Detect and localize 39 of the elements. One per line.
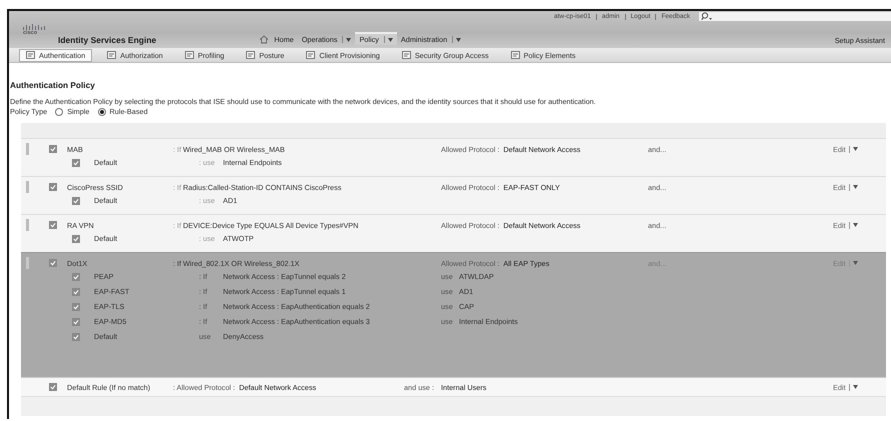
checkbox[interactable] bbox=[49, 221, 57, 229]
checkbox[interactable] bbox=[72, 318, 80, 326]
caret-icon[interactable] bbox=[852, 385, 858, 389]
caret-icon bbox=[388, 38, 393, 42]
checkbox[interactable] bbox=[72, 288, 80, 296]
document-icon bbox=[184, 51, 194, 59]
document-icon bbox=[306, 51, 316, 59]
checkbox[interactable] bbox=[72, 234, 80, 242]
document-icon bbox=[510, 51, 520, 59]
document-icon bbox=[26, 51, 35, 59]
drag-handle[interactable] bbox=[26, 219, 29, 231]
app-title: Identity Services Engine bbox=[58, 35, 156, 45]
checkbox[interactable] bbox=[72, 158, 80, 166]
document-icon bbox=[402, 51, 411, 59]
caret-icon bbox=[456, 38, 462, 42]
checkbox[interactable] bbox=[49, 259, 57, 267]
checkbox[interactable] bbox=[72, 272, 80, 280]
drag-handle[interactable] bbox=[26, 181, 29, 193]
bars-logo-icon bbox=[23, 24, 45, 30]
page-title: Authentication Policy bbox=[10, 79, 96, 91]
document-icon bbox=[246, 51, 256, 59]
home-icon bbox=[259, 35, 270, 44]
checkbox[interactable] bbox=[72, 196, 80, 204]
search-field[interactable] bbox=[699, 12, 891, 21]
checkbox[interactable] bbox=[72, 302, 80, 310]
radio-button[interactable] bbox=[98, 108, 106, 116]
caret-icon[interactable] bbox=[852, 185, 858, 189]
radio-button[interactable] bbox=[55, 108, 64, 116]
checkbox[interactable] bbox=[72, 332, 80, 340]
caret-icon[interactable] bbox=[852, 223, 858, 227]
caret-icon bbox=[346, 38, 352, 42]
document-icon bbox=[107, 51, 116, 59]
drag-handle[interactable] bbox=[26, 143, 29, 155]
checkbox[interactable] bbox=[49, 145, 57, 153]
caret-icon[interactable] bbox=[852, 261, 858, 265]
search-icon bbox=[701, 12, 713, 21]
checkbox[interactable] bbox=[49, 383, 57, 391]
caret-icon[interactable] bbox=[852, 147, 858, 151]
checkbox[interactable] bbox=[49, 183, 57, 191]
